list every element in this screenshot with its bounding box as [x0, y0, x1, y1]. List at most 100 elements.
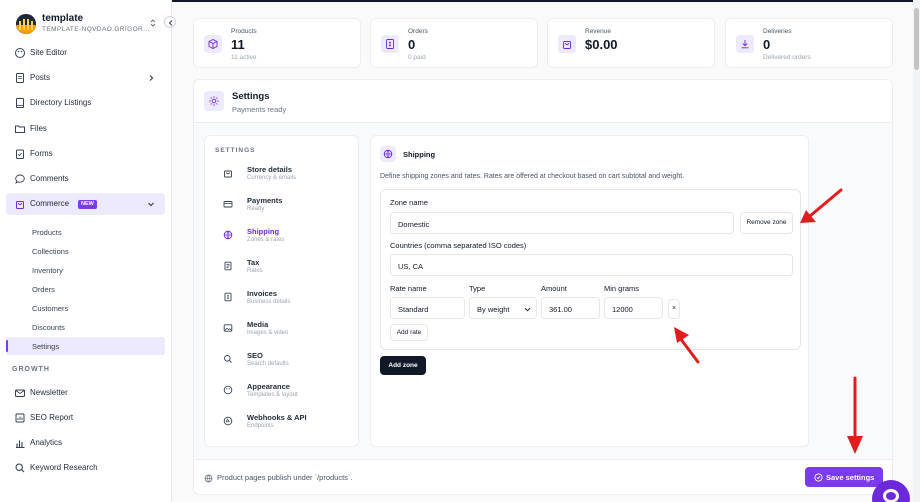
settings-nav-sub: Templates & layout: [247, 392, 298, 398]
palette-icon: [14, 47, 26, 59]
stat-value: 0: [408, 37, 416, 52]
remove-zone-button[interactable]: Remove zone: [740, 212, 793, 234]
add-zone-button[interactable]: Add zone: [380, 356, 426, 375]
sidebar-subitem-settings-highlight: [6, 337, 165, 355]
rate-min-grams-input[interactable]: 12000: [604, 297, 663, 319]
section-label-growth: GROWTH: [12, 366, 50, 373]
sidebar-item-seo-report[interactable]: SEO Report: [6, 407, 165, 429]
zone-name-input[interactable]: Domestic: [390, 212, 734, 234]
remove-rate-button[interactable]: ×: [668, 299, 680, 319]
rate-name-input[interactable]: Standard: [390, 297, 465, 319]
settings-nav-payments[interactable]: Payments Ready: [217, 196, 352, 222]
sidebar-item-label: Keyword Research: [30, 463, 98, 472]
box-icon: [204, 35, 222, 53]
settings-nav-title: SEO: [247, 351, 263, 360]
countries-input[interactable]: US, CA: [390, 254, 793, 276]
report-icon: [14, 412, 26, 424]
zone-name-label: Zone name: [390, 198, 428, 207]
sidebar-subitem-collections[interactable]: Collections: [32, 247, 69, 256]
sidebar-item-commerce[interactable]: Commerce NEW: [6, 193, 165, 215]
gear-icon: [204, 91, 224, 111]
invoice-icon: [223, 292, 233, 302]
sidebar-item-posts[interactable]: Posts: [6, 67, 165, 89]
settings-nav-webhooks-api[interactable]: Webhooks & API Endpoints: [217, 413, 352, 439]
sidebar-item-label: Site Editor: [30, 48, 67, 57]
sidebar-item-analytics[interactable]: Analytics: [6, 432, 165, 454]
search-icon: [223, 354, 233, 364]
sidebar-item-label: Forms: [30, 149, 53, 158]
stat-label: Revenue: [585, 28, 612, 35]
stat-sub: Delivered orders: [763, 54, 811, 61]
globe-icon: [380, 146, 396, 162]
shipping-description: Define shipping zones and rates. Rates a…: [380, 173, 685, 180]
sidebar-subitem-inventory[interactable]: Inventory: [32, 266, 63, 275]
sidebar-item-comments[interactable]: Comments: [6, 168, 165, 190]
settings-nav-store-details[interactable]: Store details Currency & emails: [217, 165, 352, 191]
store-icon: [223, 168, 233, 178]
sidebar-item-label: Newsletter: [30, 388, 68, 397]
sidebar-subitem-discounts[interactable]: Discounts: [32, 323, 65, 332]
document-icon: [14, 72, 26, 84]
stat-sub: 11 active: [231, 54, 257, 61]
settings-nav-media[interactable]: Media Images & video: [217, 320, 352, 346]
envelope-icon: [14, 387, 26, 399]
settings-footer: Product pages publish under `/products`.: [193, 459, 893, 495]
rate-min-grams-header: Min grams: [604, 284, 640, 293]
image-icon: [223, 323, 233, 333]
input-value: Domestic: [398, 220, 430, 229]
save-settings-label: Save settings: [826, 473, 875, 482]
settings-nav-heading: SETTINGS: [215, 147, 256, 154]
sidebar-item-keyword-research[interactable]: Keyword Research: [6, 457, 165, 479]
input-value: 361.00: [549, 305, 572, 314]
add-rate-button[interactable]: Add rate: [390, 324, 428, 341]
sidebar: template TEMPLATE-NQVDAO.GRIGOR... Site …: [0, 0, 172, 502]
scrollbar-thumb[interactable]: [914, 8, 919, 70]
footer-note: Product pages publish under `/products`.: [217, 473, 353, 482]
sidebar-item-directory-listings[interactable]: Directory Listings: [6, 92, 165, 114]
settings-nav-appearance[interactable]: Appearance Templates & layout: [217, 382, 352, 408]
top-border: [172, 0, 920, 2]
site-domain: TEMPLATE-NQVDAO.GRIGOR...: [42, 26, 150, 33]
chevron-right-icon: [147, 74, 155, 82]
search-icon: [14, 462, 26, 474]
stat-value: $0.00: [585, 37, 618, 52]
select-value: By weight: [477, 305, 510, 314]
sidebar-subitem-settings[interactable]: Settings: [32, 342, 59, 351]
active-indicator: [6, 340, 8, 352]
rate-amount-input[interactable]: 361.00: [541, 297, 600, 319]
settings-nav-sub: Zones & rates: [247, 237, 285, 243]
settings-nav-tax[interactable]: Tax Rates: [217, 258, 352, 284]
check-circle-icon: [814, 473, 823, 482]
settings-nav-sub: Rates: [247, 268, 263, 274]
settings-nav-invoices[interactable]: Invoices Business details: [217, 289, 352, 315]
rate-type-select[interactable]: By weight: [469, 297, 537, 319]
download-icon: [736, 35, 754, 53]
save-settings-button[interactable]: Save settings: [805, 467, 883, 487]
stat-value: 0: [763, 37, 771, 52]
chevron-left-icon: [168, 20, 173, 26]
sidebar-subitem-customers[interactable]: Customers: [32, 304, 68, 313]
globe-icon: [223, 230, 233, 240]
input-value: US, CA: [398, 262, 424, 271]
sidebar-item-files[interactable]: Files: [6, 118, 165, 140]
settings-nav-sub: Images & video: [247, 330, 289, 336]
settings-nav-sub: Endpoints: [247, 423, 274, 429]
settings-nav-title: Media: [247, 320, 269, 329]
settings-nav-sub: Business details: [247, 299, 291, 305]
sidebar-subitem-orders[interactable]: Orders: [32, 285, 55, 294]
sidebar-subitem-products[interactable]: Products: [32, 228, 62, 237]
annotation-arrow-icon: [800, 188, 843, 223]
bar-chart-icon: [14, 437, 26, 449]
settings-nav-seo[interactable]: SEO Search defaults: [217, 351, 352, 377]
page-subtitle: Payments ready: [232, 105, 287, 114]
settings-nav-title: Appearance: [247, 382, 290, 391]
page-scrollbar[interactable]: [913, 0, 920, 502]
settings-nav-shipping[interactable]: Shipping Zones & rates: [217, 227, 352, 253]
site-switcher[interactable]: template TEMPLATE-NQVDAO.GRIGOR...: [12, 12, 162, 38]
sidebar-item-forms[interactable]: Forms: [6, 143, 165, 165]
sidebar-item-site-editor[interactable]: Site Editor: [6, 42, 165, 64]
sidebar-item-newsletter[interactable]: Newsletter: [6, 382, 165, 404]
stat-label: Orders: [408, 28, 428, 35]
settings-nav-sub: Currency & emails: [247, 175, 297, 181]
collapse-sidebar-button[interactable]: [164, 16, 176, 28]
